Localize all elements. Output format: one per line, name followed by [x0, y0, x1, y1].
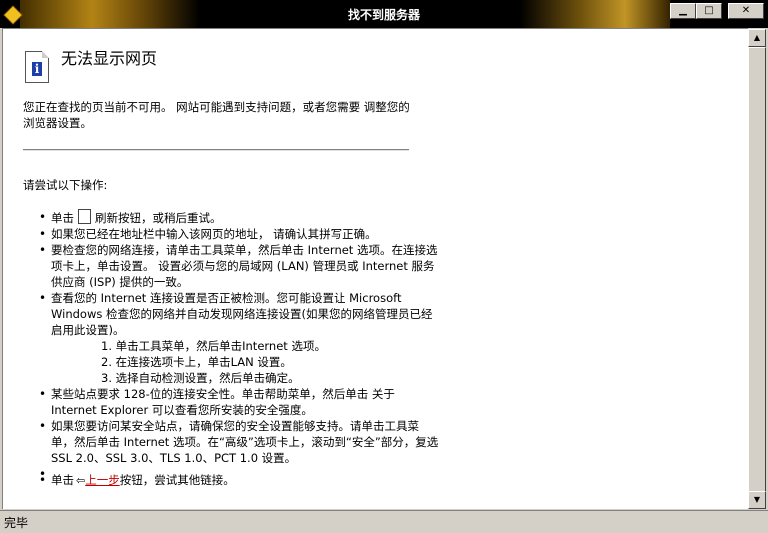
close-button[interactable]: ✕: [728, 3, 764, 19]
scroll-up-icon[interactable]: ▲: [748, 29, 766, 47]
step-item: 1. 单击工具菜单，然后单击Internet 选项。: [101, 339, 326, 353]
info-icon: i: [25, 51, 49, 83]
list-item: 查看您的 Internet 连接设置是否正被检测。您可能设置让 Microsof…: [39, 290, 441, 386]
intro-text: 您正在查找的页当前不可用。 网站可能遇到支持问题，或者您需要 调整您的浏览器设置…: [23, 100, 410, 130]
window-title: 找不到服务器: [347, 8, 420, 22]
detect-text: 查看您的 Internet 连接设置是否正被检测。您可能设置让 Microsof…: [51, 291, 433, 337]
status-text: 完毕: [4, 516, 29, 530]
try-label: 请尝试以下操作:: [23, 178, 108, 192]
list-item: 单击 刷新按钮，或稍后重试。: [39, 209, 441, 226]
back-prefix: 单击: [51, 473, 74, 487]
back-arrow-icon[interactable]: ⇦: [76, 473, 85, 489]
list-item: 如果您要访问某安全站点，请确保您的安全设置能够支持。请单击工具菜单，然后单击 I…: [39, 418, 441, 466]
scroll-down-icon[interactable]: ▼: [748, 491, 766, 509]
info-glyph: i: [32, 62, 42, 76]
steps-list: 1. 单击工具菜单，然后单击Internet 选项。 2. 在连接选项卡上，单击…: [51, 338, 441, 386]
list-item: 某些站点要求 128-位的连接安全性。单击帮助菜单，然后单击 关于 Intern…: [39, 386, 441, 418]
page-title: 无法显示网页: [61, 49, 158, 68]
suggestion-list: 单击 刷新按钮，或稍后重试。 如果您已经在地址栏中输入该网页的地址， 请确认其拼写…: [23, 209, 441, 489]
back-link[interactable]: 上一步: [85, 473, 120, 487]
refresh-suffix: 刷新按钮，或稍后重试。: [95, 211, 222, 225]
scroll-thumb[interactable]: [748, 47, 766, 494]
minimize-button[interactable]: ▁: [670, 3, 696, 19]
list-item: 要检查您的网络连接，请单击工具菜单，然后单击 Internet 选项。在连接选项…: [39, 242, 441, 290]
refresh-prefix: 单击: [51, 211, 74, 225]
refresh-icon[interactable]: [78, 209, 91, 224]
vertical-scrollbar[interactable]: ▲ ▼: [748, 29, 766, 509]
maximize-button[interactable]: □: [696, 3, 722, 19]
step-item: 2. 在连接选项卡上，单击LAN 设置。: [101, 355, 292, 369]
list-item: 单击⇦上一步按钮，尝试其他链接。: [39, 472, 441, 489]
title-bar[interactable]: 找不到服务器 ▁ □ ✕: [0, 0, 768, 28]
page-content: i 无法显示网页 您正在查找的页当前不可用。 网站可能遇到支持问题，或者您需要 …: [2, 28, 748, 509]
list-item: 如果您已经在地址栏中输入该网页的地址， 请确认其拼写正确。: [39, 226, 441, 242]
divider: [23, 149, 409, 151]
page-corner: [42, 51, 49, 58]
step-item: 3. 选择自动检测设置，然后单击确定。: [101, 371, 300, 385]
back-suffix: 按钮，尝试其他链接。: [119, 473, 235, 487]
status-bar: 完毕: [0, 510, 768, 533]
